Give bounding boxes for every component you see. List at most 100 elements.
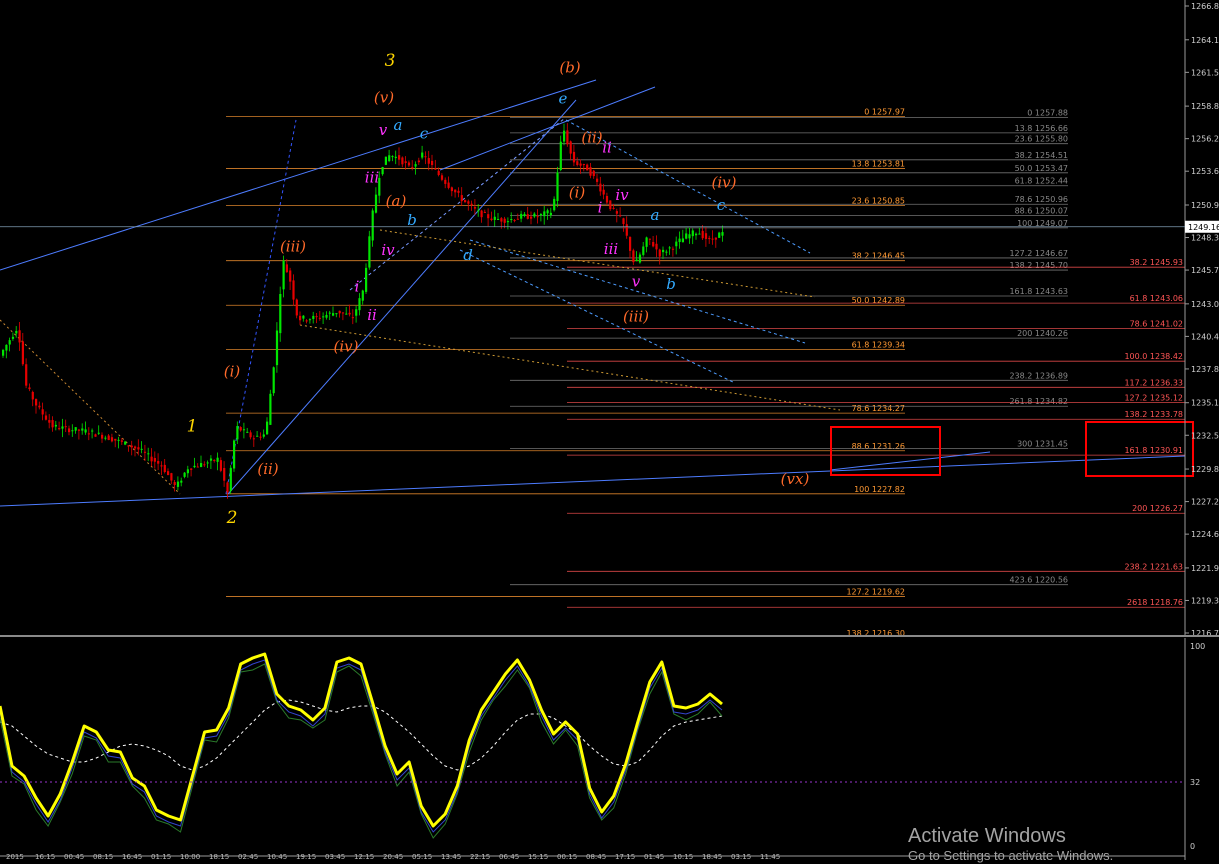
signal-line xyxy=(0,699,723,771)
wave-label: i xyxy=(598,198,603,216)
candle-body xyxy=(497,218,500,220)
candle-body xyxy=(315,316,318,318)
candle-body xyxy=(506,221,510,223)
price-tick-label: 1266.80 xyxy=(1191,2,1219,11)
fib-level-label: 23.6 1255.80 xyxy=(1015,135,1068,144)
time-tick-label: 03:15 xyxy=(731,853,751,860)
candle-body xyxy=(470,203,473,206)
candle-body xyxy=(655,243,658,250)
candle-body xyxy=(289,270,292,282)
candle-body xyxy=(150,456,153,462)
candle-body xyxy=(698,233,701,235)
candle-body xyxy=(642,246,645,255)
candle-body xyxy=(219,460,222,471)
candle-body xyxy=(668,247,671,249)
candle-body xyxy=(704,233,708,239)
wave-label: b xyxy=(407,211,417,229)
candle-body xyxy=(176,481,180,487)
candle-body xyxy=(487,214,490,219)
candle-body xyxy=(388,155,391,162)
candle-body xyxy=(605,195,609,203)
candle-body xyxy=(490,218,493,221)
candle-body xyxy=(645,237,648,247)
time-tick-label: 01:45 xyxy=(644,853,664,860)
time-tick-label: 17:15 xyxy=(615,853,635,860)
candle-body xyxy=(130,445,133,448)
candle-body xyxy=(110,437,114,442)
fib-level-label: 100.0 1238.42 xyxy=(1124,352,1183,361)
price-tick-label: 1229.80 xyxy=(1191,465,1219,474)
candle-body xyxy=(54,424,57,427)
time-tick-label: 19:15 xyxy=(296,853,316,860)
candle-body xyxy=(503,218,506,223)
candle-body xyxy=(493,216,496,220)
candle-body xyxy=(190,468,193,470)
candle-body xyxy=(427,158,430,164)
candle-body xyxy=(94,434,97,437)
time-tick-label: 20:45 xyxy=(383,853,403,860)
time-tick-label: 18:45 xyxy=(702,853,722,860)
candle-body xyxy=(662,249,665,253)
candle-body xyxy=(328,312,331,314)
fib-level-label: 300 1231.45 xyxy=(1017,439,1068,448)
fib-level-label: 138.2 1245.70 xyxy=(1009,261,1068,270)
candle-body xyxy=(186,469,189,474)
candle-body xyxy=(579,163,582,166)
candle-body xyxy=(401,157,404,165)
candle-body xyxy=(671,248,675,250)
candle-body xyxy=(467,201,470,204)
candle-body xyxy=(721,232,724,236)
time-tick-label: 01:15 xyxy=(151,853,171,860)
price-tick-label: 1237.80 xyxy=(1191,365,1219,374)
pane-divider[interactable] xyxy=(0,635,1219,637)
price-chart[interactable]: 0 1257.9713.8 1253.8123.6 1250.8538.2 12… xyxy=(0,0,1219,636)
candle-body xyxy=(124,441,127,445)
candle-body xyxy=(15,330,18,334)
wave-label: v xyxy=(632,272,641,290)
trend-line xyxy=(0,319,181,495)
candle-body xyxy=(68,428,71,433)
candle-body xyxy=(104,437,107,439)
candle-body xyxy=(134,446,137,449)
candle-body xyxy=(530,216,533,219)
fib-level-label: 2618 1218.76 xyxy=(1127,598,1183,607)
price-tick-label: 1227.20 xyxy=(1191,498,1219,507)
candle-body xyxy=(638,254,642,263)
candle-body xyxy=(173,482,176,486)
candle-body xyxy=(147,453,150,455)
candle-body xyxy=(170,473,173,481)
candle-body xyxy=(612,207,615,209)
fib-level-label: 127.2 1235.12 xyxy=(1124,393,1183,402)
candle-body xyxy=(312,315,315,319)
candle-body xyxy=(351,317,354,319)
candle-body xyxy=(216,457,219,462)
candle-body xyxy=(513,220,516,222)
time-tick-label: 03:45 xyxy=(325,853,345,860)
candle-body xyxy=(358,298,361,311)
candle-body xyxy=(483,211,486,213)
oscillator-main-line xyxy=(0,652,723,828)
wave-label: (ii) xyxy=(581,128,602,146)
candle-body xyxy=(434,168,437,170)
candle-body xyxy=(160,465,163,467)
wave-label: a xyxy=(394,116,403,134)
candle-body xyxy=(602,189,605,195)
wave-label: 2 xyxy=(226,508,238,528)
candle-body xyxy=(665,251,668,253)
price-tick-label: 1243.00 xyxy=(1191,300,1219,309)
time-tick-label: 16:15 xyxy=(35,853,55,860)
price-tick-label: 1235.10 xyxy=(1191,399,1219,408)
trend-line xyxy=(439,86,656,171)
candle-body xyxy=(635,259,638,262)
candle-body xyxy=(206,462,209,464)
fib-level-label: 61.8 1243.06 xyxy=(1130,294,1183,303)
time-tick-label: 10:15 xyxy=(673,853,693,860)
candle-body xyxy=(592,170,595,177)
price-tick-label: 1248.30 xyxy=(1191,234,1219,243)
candle-body xyxy=(183,472,186,477)
candle-body xyxy=(5,344,8,351)
candle-body xyxy=(526,214,529,219)
candle-body xyxy=(384,156,387,165)
time-tick-label: 22:15 xyxy=(470,853,490,860)
candle-body xyxy=(480,210,483,218)
